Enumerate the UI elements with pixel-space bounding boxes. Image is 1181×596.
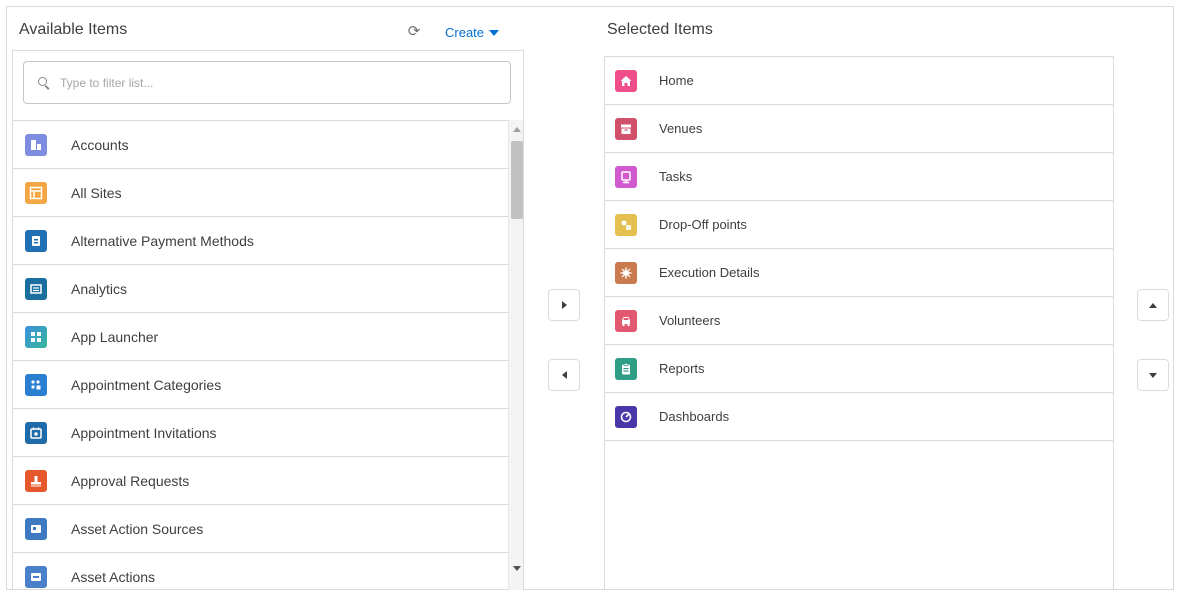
available-item[interactable]: Accounts (13, 121, 508, 169)
available-item[interactable]: All Sites (13, 169, 508, 217)
filter-input[interactable] (60, 75, 480, 90)
execution-details-icon (615, 261, 637, 284)
app-launcher-icon (25, 325, 47, 348)
available-items-list: Accounts All Sites Alternative Payment M… (13, 120, 508, 590)
selected-item-label: Execution Details (659, 265, 760, 280)
accounts-icon (25, 133, 47, 156)
analytics-icon (25, 277, 47, 300)
available-item-label: Analytics (71, 280, 128, 297)
reports-icon (615, 357, 637, 380)
tasks-icon (615, 165, 637, 188)
selected-item[interactable]: Reports (605, 345, 1113, 393)
move-to-selected-button[interactable] (548, 289, 580, 321)
approval-icon (25, 469, 47, 492)
create-label: Create (445, 24, 485, 40)
available-item-label: Asset Action Sources (71, 520, 204, 537)
available-item-label: Appointment Categories (71, 376, 222, 393)
available-item[interactable]: App Launcher (13, 313, 508, 361)
selected-item-label: Home (659, 73, 694, 88)
selected-item[interactable]: Tasks (605, 153, 1113, 201)
arrow-down-icon (1149, 372, 1157, 378)
available-item-label: Alternative Payment Methods (71, 232, 254, 249)
drop-off-icon (615, 213, 637, 236)
selected-items-listbox: Home Venues Tasks Drop-Off points Execut… (604, 56, 1114, 590)
selected-items-title: Selected Items (607, 21, 713, 38)
available-item[interactable]: Approval Requests (13, 457, 508, 505)
selected-items-list: Home Venues Tasks Drop-Off points Execut… (605, 57, 1113, 441)
caret-down-icon (489, 29, 500, 36)
available-item[interactable]: Analytics (13, 265, 508, 313)
available-item[interactable]: Alternative Payment Methods (13, 217, 508, 265)
dashboards-icon (615, 405, 637, 428)
asset-action-sources-icon (25, 517, 47, 540)
move-up-button[interactable] (1137, 289, 1169, 321)
selected-item-label: Drop-Off points (659, 217, 747, 232)
volunteers-icon (615, 309, 637, 332)
available-item[interactable]: Appointment Categories (13, 361, 508, 409)
appointment-invitations-icon (25, 421, 47, 444)
available-item-label: App Launcher (71, 328, 159, 345)
all-sites-icon (25, 181, 47, 204)
available-item-label: Appointment Invitations (71, 424, 217, 441)
selected-item[interactable]: Home (605, 57, 1113, 105)
create-button[interactable]: Create (439, 19, 505, 45)
available-item[interactable]: Asset Action Sources (13, 505, 508, 553)
available-item-label: Asset Actions (71, 568, 156, 585)
selected-item[interactable]: Execution Details (605, 249, 1113, 297)
available-item-label: Accounts (71, 136, 129, 153)
available-list-scrollbar[interactable] (508, 120, 523, 590)
arrow-right-icon (561, 301, 567, 309)
available-items-title: Available Items (19, 21, 128, 38)
available-item-label: All Sites (71, 184, 122, 201)
payment-icon (25, 229, 47, 252)
move-down-button[interactable] (1137, 359, 1169, 391)
selected-item[interactable]: Venues (605, 105, 1113, 153)
selected-item-label: Dashboards (659, 409, 730, 424)
selected-item[interactable]: Drop-Off points (605, 201, 1113, 249)
available-item[interactable]: Appointment Invitations (13, 409, 508, 457)
selected-item-label: Reports (659, 361, 705, 376)
available-item[interactable]: Asset Actions (13, 553, 508, 590)
refresh-icon[interactable]: ⟳ (403, 21, 425, 43)
selected-item[interactable]: Dashboards (605, 393, 1113, 441)
move-to-available-button[interactable] (548, 359, 580, 391)
appointment-categories-icon (25, 373, 47, 396)
arrow-up-icon (1149, 302, 1157, 308)
venues-icon (615, 117, 637, 140)
filter-search-box[interactable] (23, 61, 511, 104)
scrollbar-thumb[interactable] (511, 141, 523, 219)
available-item-label: Approval Requests (71, 472, 190, 489)
asset-actions-icon (25, 565, 47, 588)
selected-item-label: Tasks (659, 169, 693, 184)
scroll-up-icon[interactable] (513, 127, 521, 132)
selected-item-label: Venues (659, 121, 703, 136)
selected-item[interactable]: Volunteers (605, 297, 1113, 345)
selected-item-label: Volunteers (659, 313, 721, 328)
scroll-down-icon[interactable] (513, 566, 521, 571)
available-items-listbox: Accounts All Sites Alternative Payment M… (12, 50, 524, 590)
home-icon (615, 69, 637, 92)
arrow-left-icon (561, 371, 567, 379)
search-icon (38, 76, 50, 89)
